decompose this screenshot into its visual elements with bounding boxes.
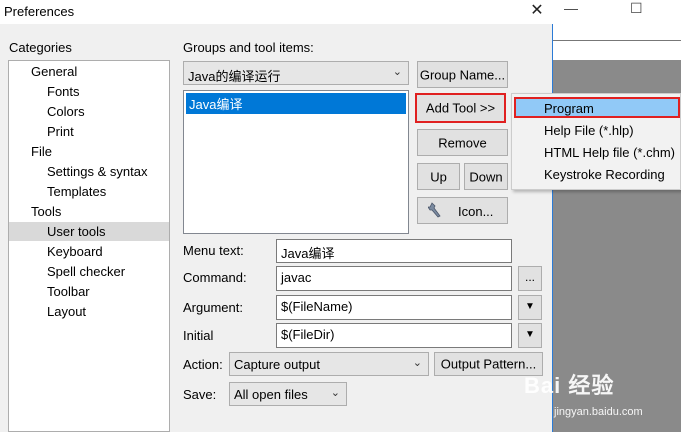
save-select[interactable]: All open files ⌄: [229, 382, 347, 406]
action-chevron-down-icon: ⌄: [412, 357, 422, 369]
maximize-icon[interactable]: ☐: [630, 0, 643, 17]
tree-item-file[interactable]: File: [31, 144, 52, 159]
action-select[interactable]: Capture output ⌄: [229, 352, 429, 376]
tree-item-keyboard[interactable]: Keyboard: [47, 244, 103, 259]
initial-dir-field[interactable]: $(FileDir): [276, 323, 512, 348]
save-value: All open files: [234, 387, 308, 402]
command-value: javac: [281, 270, 312, 285]
tool-item-java-compile[interactable]: Java编译: [186, 93, 406, 114]
group-name-button[interactable]: Group Name...: [417, 61, 508, 88]
window-title: Preferences: [4, 4, 75, 19]
argument-triangle-icon: ▼: [525, 301, 535, 312]
save-chevron-down-icon: ⌄: [330, 387, 340, 399]
add-tool-button-label: Add Tool >>: [425, 100, 496, 116]
group-select-value: Java的编译运行: [188, 69, 281, 84]
tree-item-print[interactable]: Print: [47, 124, 74, 139]
menu-text-field[interactable]: Java编译: [276, 239, 512, 263]
tree-item-settings-syntax[interactable]: Settings & syntax: [47, 164, 147, 179]
add-tool-button[interactable]: Add Tool >>: [415, 93, 506, 123]
remove-button-label: Remove: [438, 135, 487, 150]
baidu-watermark: Bai 经验 jingyan.baidu.com: [518, 366, 681, 432]
icon-button[interactable]: Icon...: [417, 197, 508, 224]
categories-label: Categories: [9, 40, 72, 55]
group-name-button-label: Group Name...: [419, 67, 506, 82]
tool-items-list[interactable]: Java编译: [183, 90, 409, 234]
menu-highlight: [514, 97, 680, 118]
groups-label: Groups and tool items:: [183, 40, 314, 55]
initial-dir-value: $(FileDir): [281, 327, 335, 342]
up-button[interactable]: Up: [417, 163, 460, 190]
initial-dropdown-button[interactable]: ▼: [518, 323, 542, 348]
save-label: Save:: [183, 387, 217, 402]
remove-button[interactable]: Remove: [417, 129, 508, 156]
chevron-down-icon: ⌄: [392, 66, 402, 78]
minimize-icon[interactable]: —: [564, 0, 578, 16]
watermark-brand: Bai 经验: [524, 373, 615, 398]
tree-item-general[interactable]: General: [31, 64, 77, 79]
initial-triangle-icon: ▼: [525, 329, 535, 340]
browse-button[interactable]: ...: [518, 266, 542, 291]
argument-value: $(FileName): [281, 299, 353, 314]
down-button[interactable]: Down: [464, 163, 508, 190]
menu-item-html-help-file[interactable]: HTML Help file (*.chm): [544, 145, 675, 160]
tree-item-layout[interactable]: Layout: [47, 304, 86, 319]
group-select[interactable]: Java的编译运行 ⌄: [183, 61, 409, 85]
command-field[interactable]: javac: [276, 266, 512, 291]
argument-label: Argument:: [183, 300, 243, 315]
initial-label: Initial: [183, 328, 214, 343]
preferences-dialog: Preferences ✕ Categories General Fonts C…: [0, 0, 553, 432]
menu-text-label: Menu text:: [183, 243, 244, 258]
tree-item-tools[interactable]: Tools: [31, 204, 61, 219]
tree-item-toolbar[interactable]: Toolbar: [47, 284, 90, 299]
menu-item-program[interactable]: Program: [544, 101, 594, 116]
window-divider: [552, 40, 681, 41]
argument-field[interactable]: $(FileName): [276, 295, 512, 320]
tree-item-templates[interactable]: Templates: [47, 184, 106, 199]
tree-item-fonts[interactable]: Fonts: [47, 84, 80, 99]
menu-text-value: Java编译: [281, 246, 335, 261]
menu-item-keystroke-recording[interactable]: Keystroke Recording: [544, 167, 665, 182]
menu-item-help-file[interactable]: Help File (*.hlp): [544, 123, 634, 138]
watermark-url: jingyan.baidu.com: [554, 406, 643, 418]
up-button-label: Up: [430, 169, 447, 184]
tree-item-spell-checker[interactable]: Spell checker: [47, 264, 125, 279]
close-icon[interactable]: ✕: [526, 1, 548, 21]
wrench-icon: [427, 201, 444, 222]
icon-button-label: Icon...: [458, 204, 494, 219]
tree-item-colors[interactable]: Colors: [47, 104, 85, 119]
argument-dropdown-button[interactable]: ▼: [518, 295, 542, 320]
tree-item-user-tools[interactable]: User tools: [47, 224, 106, 239]
action-label: Action:: [183, 357, 223, 372]
command-label: Command:: [183, 270, 247, 285]
down-button-label: Down: [469, 169, 503, 184]
action-value: Capture output: [234, 357, 321, 372]
title-bar: Preferences ✕: [0, 0, 553, 24]
add-tool-menu: Program Help File (*.hlp) HTML Help file…: [511, 93, 681, 190]
